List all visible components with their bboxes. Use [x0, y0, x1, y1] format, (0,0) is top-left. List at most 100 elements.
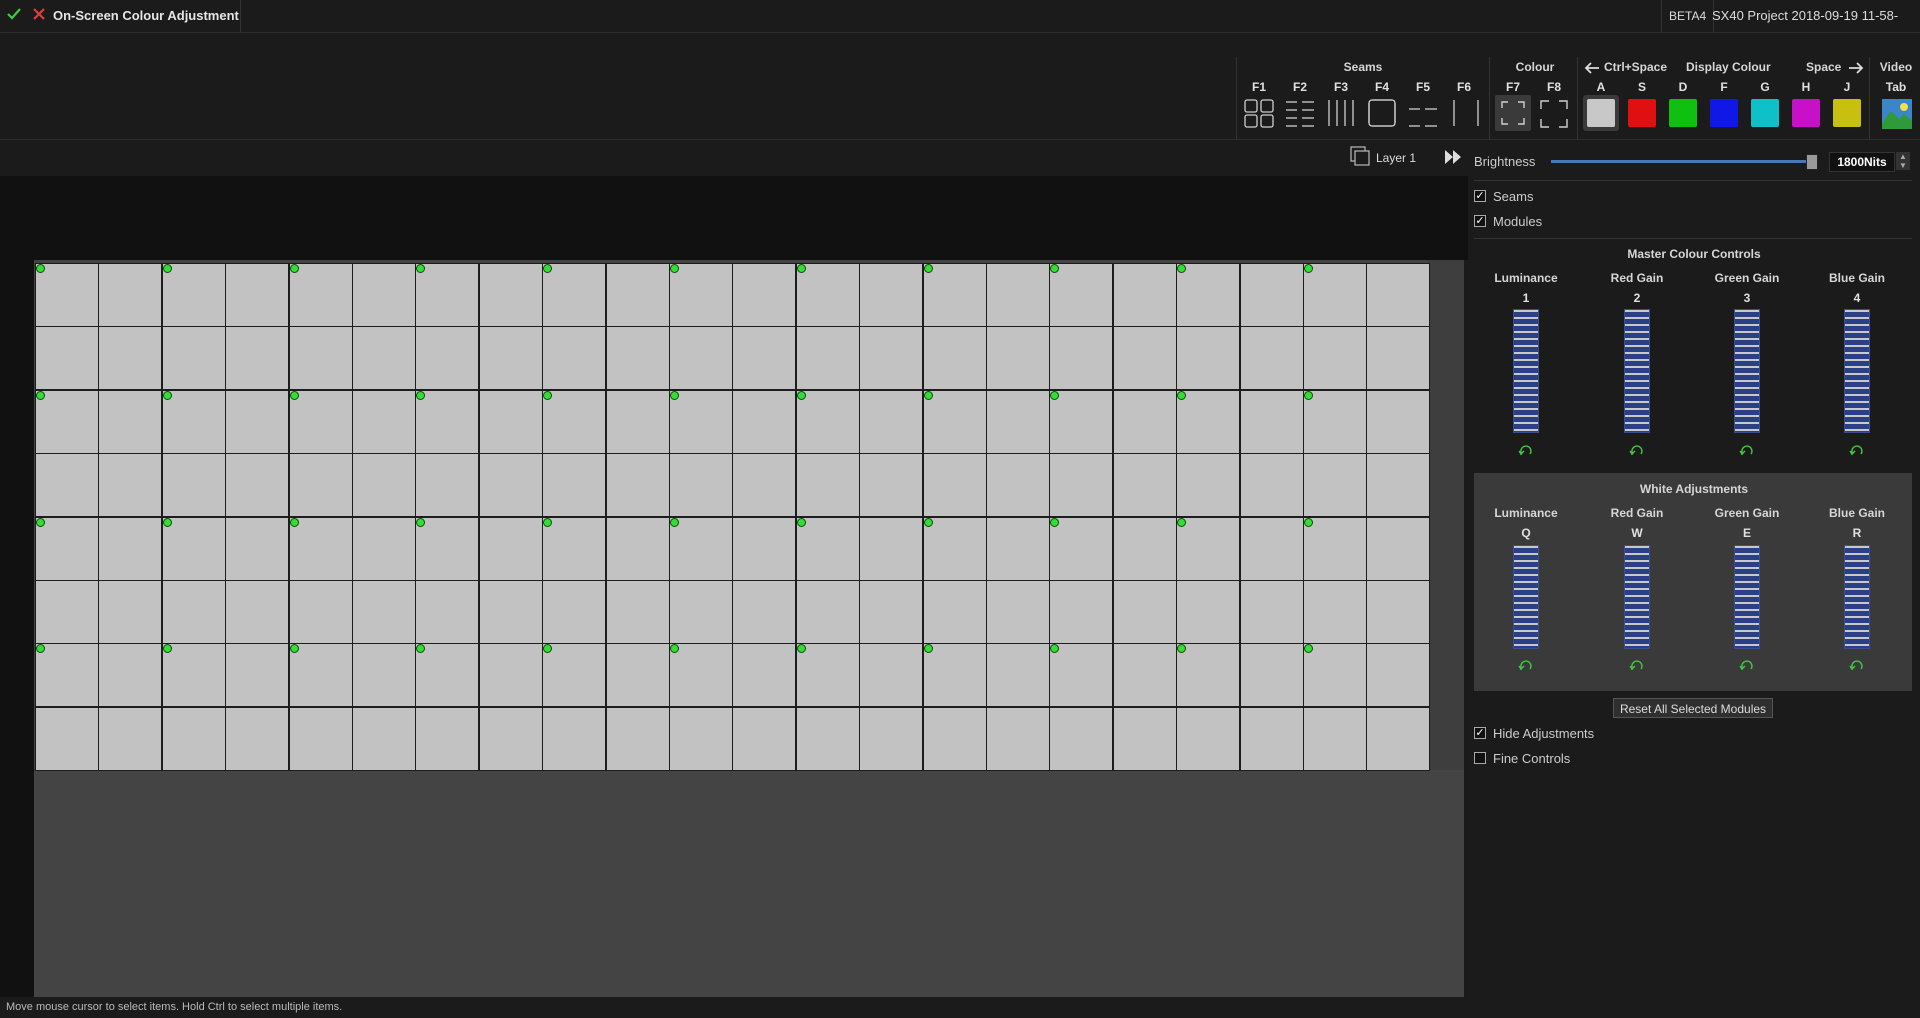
led-module[interactable] [1176, 580, 1240, 644]
led-module[interactable] [479, 326, 543, 390]
led-module[interactable] [732, 453, 796, 517]
seam-marker[interactable] [670, 644, 679, 653]
led-module[interactable] [352, 517, 416, 581]
seam-marker[interactable] [924, 644, 933, 653]
led-module[interactable] [225, 707, 289, 771]
seam-marker[interactable] [924, 264, 933, 273]
led-module[interactable] [98, 390, 162, 454]
led-module[interactable] [669, 580, 733, 644]
seam-marker[interactable] [416, 391, 425, 400]
led-module[interactable] [479, 580, 543, 644]
led-module[interactable] [859, 453, 923, 517]
bottom-seams-icon[interactable] [1407, 97, 1439, 129]
led-module[interactable] [606, 643, 670, 707]
led-module[interactable] [796, 453, 860, 517]
led-module[interactable] [1366, 390, 1430, 454]
fullscreen-button[interactable] [1495, 95, 1531, 131]
seam-marker[interactable] [1050, 264, 1059, 273]
led-module[interactable] [1303, 263, 1367, 327]
led-module[interactable] [35, 707, 99, 771]
master-green-gain-slider[interactable] [1734, 309, 1760, 433]
led-module[interactable] [289, 390, 353, 454]
spin-up-icon[interactable]: ▲ [1896, 152, 1910, 161]
reset-icon[interactable] [1739, 445, 1755, 457]
led-module[interactable] [542, 707, 606, 771]
led-module[interactable] [162, 643, 226, 707]
led-module[interactable] [98, 517, 162, 581]
led-module[interactable] [732, 517, 796, 581]
led-module[interactable] [669, 263, 733, 327]
led-module[interactable] [98, 263, 162, 327]
seam-marker[interactable] [416, 518, 425, 527]
led-module[interactable] [923, 390, 987, 454]
led-module[interactable] [1113, 517, 1177, 581]
led-module[interactable] [35, 390, 99, 454]
led-module[interactable] [225, 517, 289, 581]
led-module[interactable] [1176, 390, 1240, 454]
led-module[interactable] [415, 263, 479, 327]
seam-marker[interactable] [924, 518, 933, 527]
led-module[interactable] [1366, 263, 1430, 327]
spin-down-icon[interactable]: ▼ [1896, 161, 1910, 170]
led-module[interactable] [225, 263, 289, 327]
led-module[interactable] [1303, 517, 1367, 581]
led-module[interactable] [1303, 326, 1367, 390]
led-module[interactable] [859, 643, 923, 707]
seam-marker[interactable] [416, 264, 425, 273]
led-module[interactable] [225, 580, 289, 644]
led-module[interactable] [1303, 453, 1367, 517]
led-module[interactable] [479, 453, 543, 517]
led-module[interactable] [1240, 453, 1304, 517]
led-module[interactable] [1176, 453, 1240, 517]
led-module[interactable] [98, 707, 162, 771]
white-green-gain-slider[interactable] [1734, 545, 1760, 649]
led-module[interactable] [352, 390, 416, 454]
led-module[interactable] [542, 453, 606, 517]
led-module[interactable] [796, 707, 860, 771]
led-module[interactable] [1240, 643, 1304, 707]
seam-marker[interactable] [1304, 518, 1313, 527]
led-module[interactable] [1240, 517, 1304, 581]
led-module[interactable] [415, 453, 479, 517]
led-module[interactable] [732, 263, 796, 327]
led-module[interactable] [1303, 707, 1367, 771]
led-module[interactable] [415, 326, 479, 390]
colour-swatch-red[interactable] [1624, 95, 1660, 131]
led-module[interactable] [479, 263, 543, 327]
seam-marker[interactable] [670, 264, 679, 273]
led-module[interactable] [796, 390, 860, 454]
led-module[interactable] [162, 453, 226, 517]
brightness-slider-track[interactable] [1551, 160, 1817, 163]
vertical-seams-icon[interactable] [1325, 97, 1357, 129]
seam-marker[interactable] [36, 264, 45, 273]
seam-marker[interactable] [36, 391, 45, 400]
seam-marker[interactable] [797, 518, 806, 527]
led-module[interactable] [923, 643, 987, 707]
seam-marker[interactable] [1177, 644, 1186, 653]
led-module[interactable] [98, 326, 162, 390]
seam-marker[interactable] [670, 391, 679, 400]
seam-marker[interactable] [36, 644, 45, 653]
seam-marker[interactable] [797, 644, 806, 653]
led-module[interactable] [986, 263, 1050, 327]
led-module[interactable] [1176, 326, 1240, 390]
led-module[interactable] [289, 453, 353, 517]
colour-swatch-blue[interactable] [1706, 95, 1742, 131]
led-module[interactable] [352, 326, 416, 390]
led-module[interactable] [352, 453, 416, 517]
seam-marker[interactable] [36, 518, 45, 527]
led-module[interactable] [732, 326, 796, 390]
led-module[interactable] [415, 580, 479, 644]
led-module[interactable] [1240, 580, 1304, 644]
reset-all-button[interactable]: Reset All Selected Modules [1613, 698, 1773, 718]
layer-name[interactable]: Layer 1 [1376, 151, 1416, 165]
seam-marker[interactable] [290, 391, 299, 400]
led-module[interactable] [415, 643, 479, 707]
seam-marker[interactable] [543, 264, 552, 273]
outline-seams-icon[interactable] [1366, 97, 1398, 129]
reset-icon[interactable] [1518, 445, 1534, 457]
led-module[interactable] [986, 643, 1050, 707]
seam-marker[interactable] [163, 264, 172, 273]
led-module[interactable] [542, 263, 606, 327]
seam-marker[interactable] [797, 264, 806, 273]
